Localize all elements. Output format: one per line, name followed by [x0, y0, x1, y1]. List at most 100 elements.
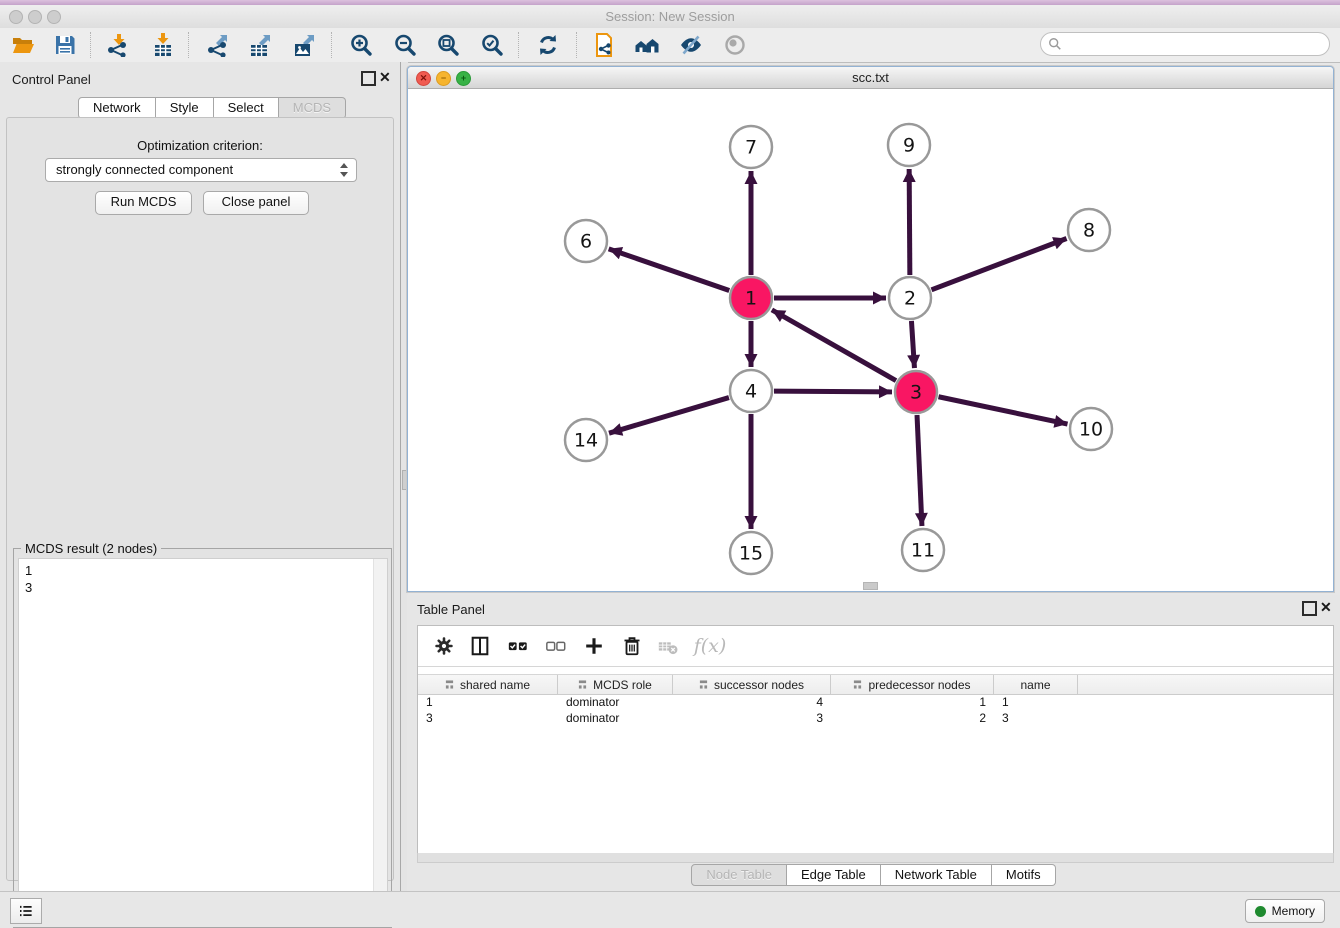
add-column-button[interactable]	[582, 634, 606, 658]
show-all-button[interactable]	[722, 32, 748, 58]
graph-edge-2-9[interactable]	[909, 169, 910, 275]
select-all-rows-button[interactable]	[506, 634, 530, 658]
graph-edge-4-14[interactable]	[609, 398, 729, 434]
search-input[interactable]	[1067, 34, 1321, 54]
optimization-criterion-dropdown[interactable]: strongly connected component	[45, 158, 357, 182]
table-cell[interactable]: 3	[994, 710, 1078, 726]
close-window-button[interactable]	[9, 10, 23, 24]
float-panel-icon[interactable]	[361, 71, 376, 86]
graph-edge-3-11[interactable]	[917, 415, 922, 526]
column-header-shared-name[interactable]: shared name	[418, 675, 558, 694]
column-header-MCDS-role[interactable]: MCDS role	[558, 675, 673, 694]
network-from-selection-button[interactable]	[592, 32, 618, 58]
table-tabs: Node Table Edge Table Network Table Moti…	[407, 864, 1340, 886]
show-columns-button[interactable]	[468, 634, 492, 658]
graph-node-label: 2	[904, 288, 916, 310]
graph-edge-2-3[interactable]	[911, 321, 914, 368]
houses-icon	[635, 33, 659, 57]
run-mcds-button[interactable]: Run MCDS	[95, 191, 192, 215]
zoom-fit-icon	[436, 33, 460, 57]
graph-node-label: 11	[911, 540, 935, 562]
table-cell[interactable]: 3	[673, 710, 831, 726]
graph-edge-3-1[interactable]	[772, 310, 896, 381]
tab-motifs[interactable]: Motifs	[992, 864, 1056, 886]
table-cell[interactable]: 4	[673, 694, 831, 710]
export-table-button[interactable]	[247, 32, 273, 58]
graph-node-label: 1	[745, 288, 757, 310]
import-network-button[interactable]	[104, 32, 130, 58]
zoom-selected-button[interactable]	[479, 32, 505, 58]
delete-column-button[interactable]	[620, 634, 644, 658]
column-header-predecessor-nodes[interactable]: predecessor nodes	[831, 675, 994, 694]
zoom-in-button[interactable]	[348, 32, 374, 58]
table-cell[interactable]: dominator	[558, 710, 673, 726]
graph-node-label: 15	[739, 543, 763, 565]
hide-selected-button[interactable]	[678, 32, 704, 58]
network-canvas[interactable]: 7968124314101511	[408, 89, 1333, 591]
toolbar-separator	[90, 32, 91, 58]
toolbar-separator	[518, 32, 519, 58]
table-cell[interactable]: 1	[418, 694, 558, 710]
mcds-result-textarea[interactable]: 1 3	[18, 558, 388, 924]
import-table-button[interactable]	[150, 32, 176, 58]
fx-icon: f(x)	[694, 635, 727, 657]
result-scrollbar[interactable]	[373, 559, 387, 923]
graph-edge-1-6[interactable]	[609, 249, 730, 291]
graph-edge-3-10[interactable]	[939, 397, 1068, 424]
table-cell[interactable]: 2	[831, 710, 994, 726]
network-graph[interactable]: 7968124314101511	[408, 89, 1333, 591]
open-session-button[interactable]	[10, 32, 36, 58]
zoom-out-icon	[393, 33, 417, 57]
graph-edge-2-8[interactable]	[932, 239, 1067, 290]
column-header-successor-nodes[interactable]: successor nodes	[673, 675, 831, 694]
table-cell[interactable]: dominator	[558, 694, 673, 710]
search-field[interactable]	[1040, 32, 1330, 56]
delete-table-icon	[657, 635, 679, 657]
zoom-fit-button[interactable]	[435, 32, 461, 58]
column-header-name[interactable]: name	[994, 675, 1078, 694]
save-session-button[interactable]	[52, 32, 78, 58]
tab-network[interactable]: Network	[78, 97, 156, 119]
network-minimize-button[interactable]: −	[436, 71, 451, 86]
tab-network-table[interactable]: Network Table	[881, 864, 992, 886]
export-image-button[interactable]	[291, 32, 317, 58]
network-maximize-button[interactable]: +	[456, 71, 471, 86]
memory-button[interactable]: Memory	[1245, 899, 1325, 923]
float-table-panel-icon[interactable]	[1302, 601, 1317, 616]
table-settings-button[interactable]	[432, 634, 456, 658]
control-panel-tabs: Network Style Select MCDS	[78, 97, 346, 119]
minimize-window-button[interactable]	[28, 10, 42, 24]
graph-edge-4-3[interactable]	[774, 391, 892, 392]
eye-slash-icon	[679, 33, 703, 57]
table-row[interactable]: 3dominator323	[418, 710, 1333, 726]
task-history-button[interactable]	[10, 898, 42, 924]
graph-node-label: 9	[903, 135, 915, 157]
table-header-row: shared nameMCDS rolesuccessor nodesprede…	[418, 674, 1333, 695]
export-network-button[interactable]	[204, 32, 230, 58]
first-neighbors-button[interactable]	[634, 32, 660, 58]
zoom-out-button[interactable]	[392, 32, 418, 58]
table-row[interactable]: 1dominator411	[418, 694, 1333, 710]
network-close-button[interactable]: ✕	[416, 71, 431, 86]
close-panel-button[interactable]: Close panel	[203, 191, 309, 215]
tab-mcds[interactable]: MCDS	[279, 97, 346, 119]
refresh-button[interactable]	[535, 32, 561, 58]
close-panel-icon[interactable]: ✕	[379, 70, 391, 84]
tab-edge-table[interactable]: Edge Table	[787, 864, 881, 886]
tab-style[interactable]: Style	[156, 97, 214, 119]
column-type-icon	[853, 680, 862, 689]
tab-node-table[interactable]: Node Table	[691, 864, 787, 886]
table-cell[interactable]: 3	[418, 710, 558, 726]
horizontal-splitter-grip[interactable]	[863, 582, 878, 590]
network-window-titlebar[interactable]: ✕ − + scc.txt	[408, 67, 1333, 89]
close-table-panel-icon[interactable]: ✕	[1320, 600, 1332, 614]
deselect-all-rows-button[interactable]	[544, 634, 568, 658]
plus-icon	[583, 635, 605, 657]
export-network-icon	[205, 33, 229, 57]
table-cell[interactable]: 1	[831, 694, 994, 710]
zoom-window-button[interactable]	[47, 10, 61, 24]
optimization-criterion-label: Optimization criterion:	[7, 138, 393, 153]
tab-select[interactable]: Select	[214, 97, 279, 119]
control-panel: Control Panel ✕ Network Style Select MCD…	[0, 62, 400, 891]
table-cell[interactable]: 1	[994, 694, 1078, 710]
